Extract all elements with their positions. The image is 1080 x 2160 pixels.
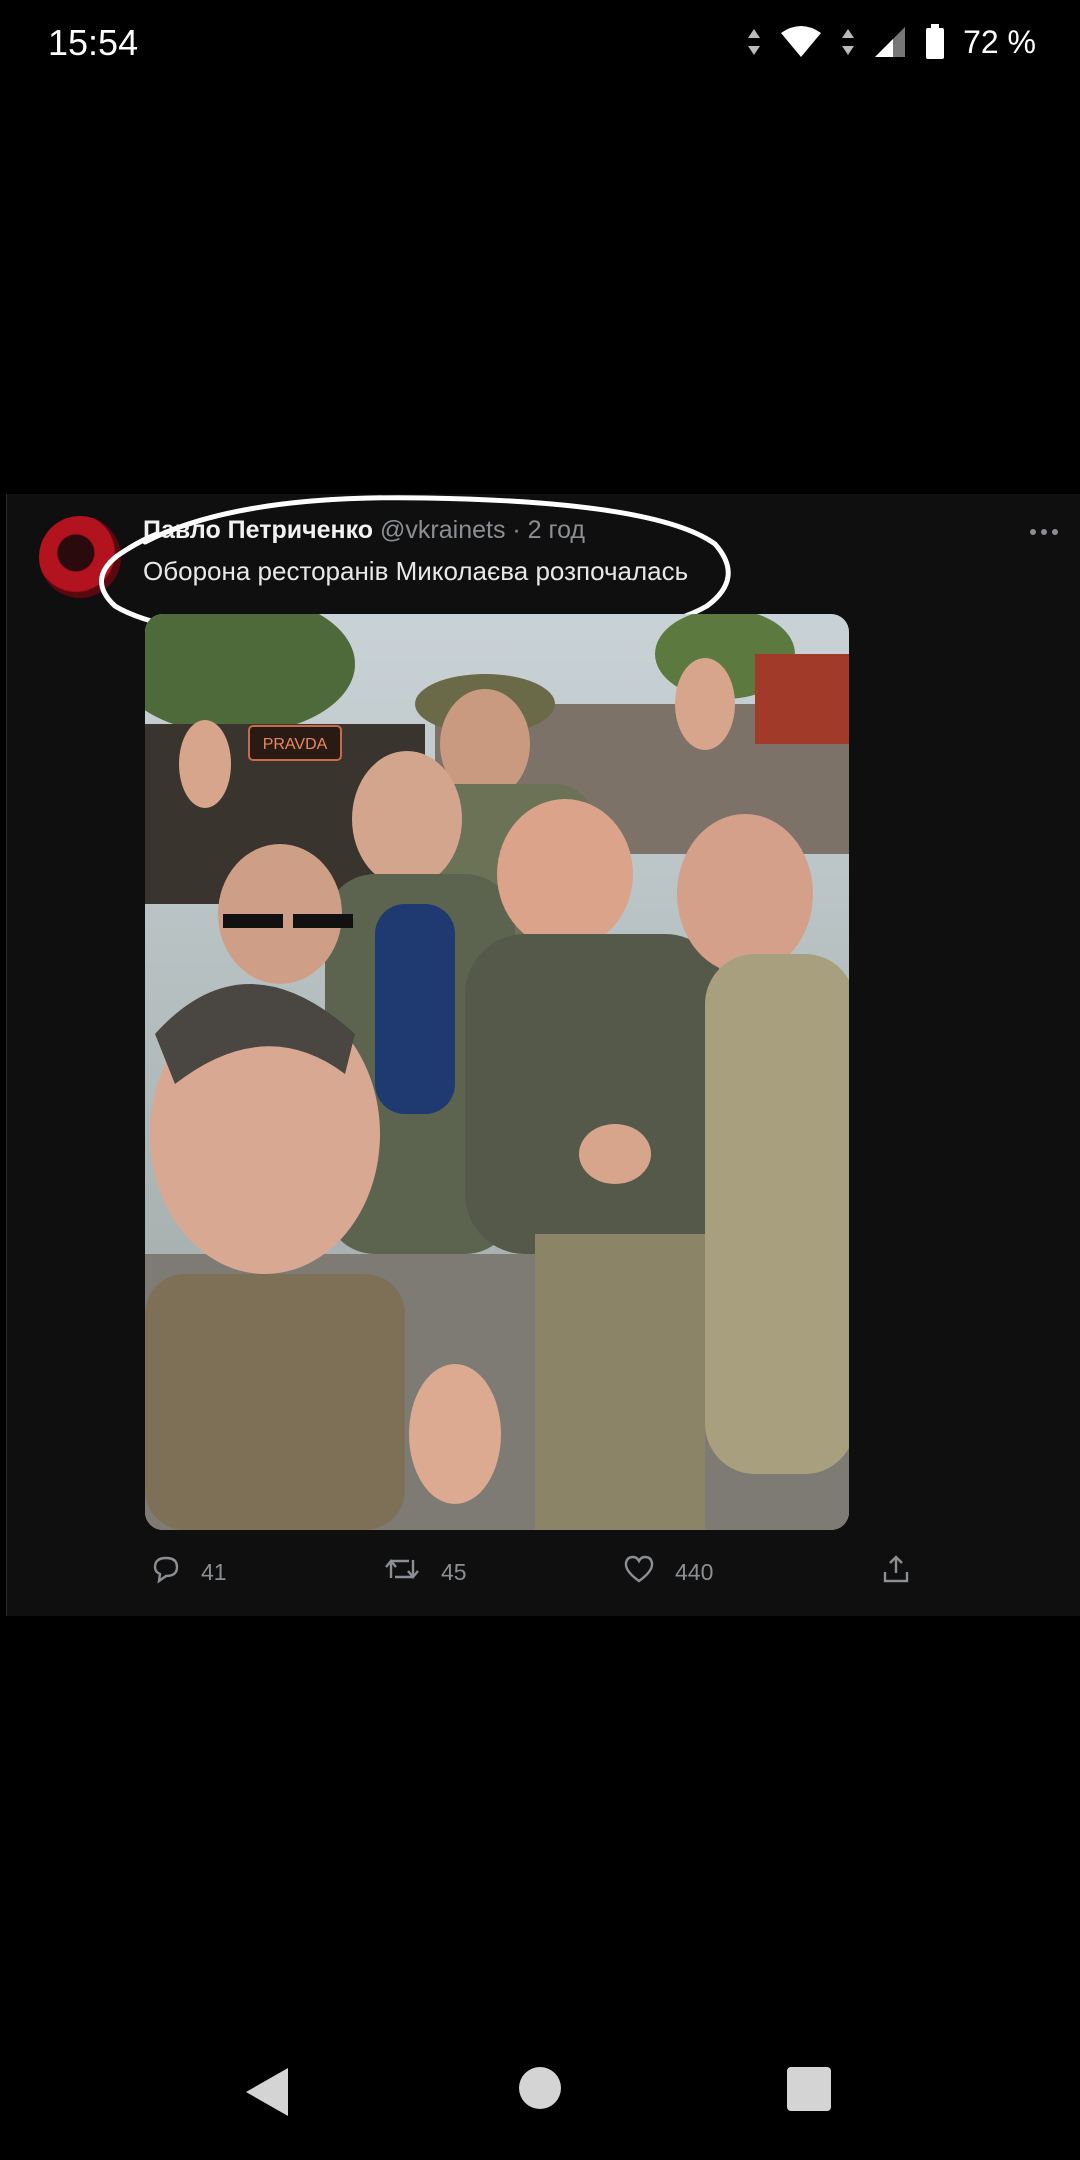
signal-icon (873, 25, 907, 59)
retweet-icon (383, 1554, 421, 1590)
share-icon (881, 1554, 911, 1590)
like-count: 440 (675, 1558, 714, 1585)
like-button[interactable]: 440 (623, 1554, 713, 1590)
reply-icon (151, 1554, 181, 1590)
status-icons: 72 % (747, 20, 1036, 64)
wifi-icon (779, 25, 823, 59)
home-icon[interactable] (518, 2066, 562, 2115)
battery-icon (925, 24, 945, 60)
tweet-photo[interactable]: PRAVDA (145, 614, 849, 1530)
tweet-card: Павло Петриченко @vkrainets · 2 год Обор… (6, 494, 1080, 1616)
recents-icon[interactable] (786, 2066, 832, 2117)
status-time: 15:54 (48, 22, 139, 63)
tweet-actions: 41 45 440 (143, 1554, 923, 1598)
status-bar: 15:54 72 % (0, 0, 1080, 84)
retweet-count: 45 (441, 1558, 467, 1585)
more-options-icon[interactable] (1029, 524, 1059, 542)
back-icon[interactable] (244, 2066, 290, 2123)
reply-count: 41 (201, 1558, 227, 1585)
heart-icon (623, 1554, 655, 1590)
reply-button[interactable]: 41 (151, 1554, 227, 1590)
battery-percentage: 72 % (963, 23, 1036, 60)
share-button[interactable] (881, 1554, 911, 1590)
retweet-button[interactable]: 45 (383, 1554, 467, 1590)
navigation-bar (0, 2040, 1080, 2150)
data-arrows-icon (747, 27, 761, 57)
photo-sign-text: PRAVDA (263, 736, 328, 753)
data-arrows-icon (841, 27, 855, 57)
